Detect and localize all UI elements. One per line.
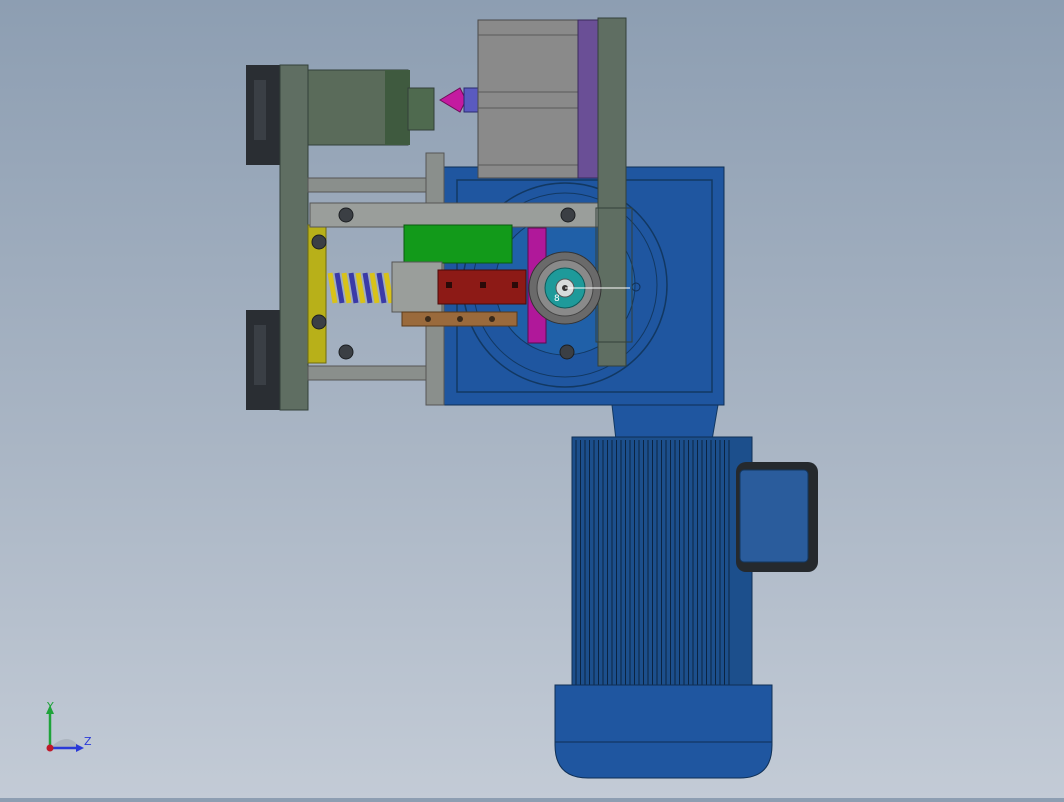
y-axis-label: Y	[46, 700, 54, 713]
motor	[554, 404, 818, 779]
lower-guide-rod	[307, 365, 429, 381]
right-plate	[597, 17, 627, 367]
origin-dot	[46, 744, 54, 752]
upper-guide-rod	[307, 177, 429, 193]
left-plate	[279, 64, 309, 411]
cone-tip	[439, 87, 467, 113]
spring	[327, 272, 394, 304]
motor-neck	[611, 404, 719, 441]
motor-fan-cover	[554, 684, 773, 779]
orientation-triad: Y Z	[46, 700, 92, 752]
cad-viewport[interactable]: 8 Y Z	[0, 0, 1064, 798]
bearing-marker-label: 8	[554, 294, 560, 304]
z-axis-label: Z	[84, 735, 92, 748]
cylinder-endcap	[577, 19, 599, 179]
cylinder-barrel	[477, 19, 581, 179]
terminal-box	[739, 469, 809, 563]
motor-fins	[575, 440, 730, 685]
assembly-drawing: 8	[246, 17, 818, 779]
upper-cylinder	[307, 69, 481, 146]
green-block	[403, 224, 513, 264]
slider-block	[391, 261, 443, 313]
